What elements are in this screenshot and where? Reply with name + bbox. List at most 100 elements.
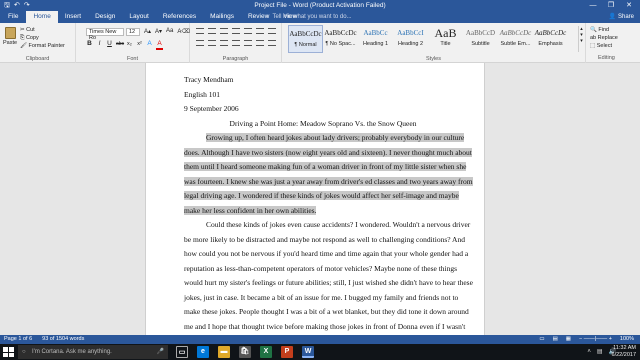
- tell-me-box[interactable]: ♀ Tell me what you want to do...: [265, 11, 352, 23]
- font-family-select[interactable]: Times New Ro: [86, 28, 124, 41]
- borders-icon[interactable]: [268, 40, 276, 46]
- window-title: Project File - Word (Product Activation …: [254, 2, 386, 9]
- sort-icon[interactable]: [256, 28, 264, 34]
- clock[interactable]: 11:32 AM 6/22/2017: [612, 345, 636, 359]
- page-count[interactable]: Page 1 of 6: [4, 335, 32, 344]
- tab-mailings[interactable]: Mailings: [203, 11, 241, 23]
- decrease-indent-icon[interactable]: [232, 28, 240, 34]
- shading-icon[interactable]: [256, 40, 264, 46]
- bullets-icon[interactable]: [196, 28, 204, 34]
- powerpoint-icon[interactable]: P: [281, 346, 293, 358]
- bold-button[interactable]: B: [86, 40, 93, 50]
- minimize-button[interactable]: —: [584, 0, 602, 11]
- tab-references[interactable]: References: [156, 11, 203, 23]
- cortana-search[interactable]: ○ I'm Cortana. Ask me anything. 🎤: [18, 345, 168, 359]
- multilevel-list-icon[interactable]: [220, 28, 228, 34]
- format-painter-button[interactable]: 🖌 Format Painter: [20, 42, 65, 50]
- clear-format-icon[interactable]: A⌫: [177, 28, 190, 35]
- styles-more-button[interactable]: ▴ ▾ ▾: [578, 26, 584, 52]
- print-layout-icon[interactable]: ▤: [553, 335, 558, 344]
- increase-indent-icon[interactable]: [244, 28, 252, 34]
- numbering-icon[interactable]: [208, 28, 216, 34]
- font-size-select[interactable]: 12: [126, 28, 140, 36]
- style-title[interactable]: AaB Title: [428, 25, 463, 53]
- zoom-slider[interactable]: − ——|—— +: [579, 335, 612, 344]
- copy-button[interactable]: ⎘ Copy: [20, 34, 65, 42]
- up-arrow-icon[interactable]: ˄: [587, 346, 591, 358]
- justify-icon[interactable]: [232, 40, 240, 46]
- excel-icon[interactable]: X: [260, 346, 272, 358]
- italic-button[interactable]: I: [96, 40, 103, 50]
- align-right-icon[interactable]: [220, 40, 228, 46]
- tab-home[interactable]: Home: [26, 11, 58, 23]
- underline-button[interactable]: U: [106, 40, 113, 50]
- superscript-button[interactable]: x²: [136, 40, 143, 50]
- task-view-icon[interactable]: ▭: [176, 346, 188, 358]
- style-heading-2[interactable]: AaBbCcI Heading 2: [393, 25, 428, 53]
- replace-button[interactable]: ab Replace: [590, 34, 618, 42]
- text-effects-button[interactable]: A: [146, 40, 153, 50]
- edge-icon[interactable]: e: [197, 346, 209, 358]
- word-icon[interactable]: W: [302, 346, 314, 358]
- windows-start-icon[interactable]: [2, 346, 14, 358]
- editing-group: 🔍 Find ab Replace ⬚ Select: [590, 26, 618, 50]
- align-left-icon[interactable]: [196, 40, 204, 46]
- vertical-ruler: [0, 63, 8, 335]
- para2-line: Could these kinds of jokes even cause ac…: [206, 220, 471, 229]
- style-subtle-emphasis[interactable]: AaBbCcDc Subtle Em...: [498, 25, 533, 53]
- read-mode-icon[interactable]: ▭: [539, 335, 544, 344]
- style-no-spacing[interactable]: AaBbCcDc ¶ No Spac...: [323, 25, 358, 53]
- cortana-icon: ○: [22, 349, 26, 355]
- para2-line: reputation as less-than-competent operat…: [184, 263, 458, 273]
- tab-design[interactable]: Design: [88, 11, 122, 23]
- document-area: Tracy Mendham English 101 9 September 20…: [0, 63, 640, 335]
- document-body[interactable]: Tracy Mendham English 101 9 September 20…: [184, 73, 473, 334]
- select-button[interactable]: ⬚ Select: [590, 42, 618, 50]
- doc-author: Tracy Mendham: [184, 75, 234, 84]
- maximize-button[interactable]: ❐: [602, 0, 620, 11]
- paste-button[interactable]: Paste: [3, 27, 17, 49]
- para2-line: me and I hope that thought twice before …: [184, 321, 466, 331]
- style-emphasis[interactable]: AaBbCcDc Emphasis: [533, 25, 568, 53]
- line-spacing-icon[interactable]: [244, 40, 252, 46]
- change-case-icon[interactable]: Aa: [166, 28, 173, 35]
- cut-button[interactable]: ✂ Cut: [20, 26, 65, 34]
- para1-line: make her less confident in her own abili…: [184, 205, 317, 215]
- para2-line: how could you not be nervous if you'd he…: [184, 249, 469, 258]
- document-page[interactable]: Tracy Mendham English 101 9 September 20…: [145, 63, 485, 335]
- store-icon[interactable]: 🛍: [239, 346, 251, 358]
- select-icon: ⬚: [590, 43, 596, 49]
- show-marks-icon[interactable]: [268, 28, 276, 34]
- word-count[interactable]: 93 of 1504 words: [42, 335, 84, 344]
- search-icon: 🔍: [590, 27, 597, 33]
- font-label: Font: [126, 56, 138, 62]
- tab-layout[interactable]: Layout: [122, 11, 156, 23]
- file-explorer-icon[interactable]: ▬: [218, 346, 230, 358]
- close-button[interactable]: ✕: [620, 0, 638, 11]
- align-center-icon[interactable]: [208, 40, 216, 46]
- taskbar: ○ I'm Cortana. Ask me anything. 🎤 ▭ e ▬ …: [0, 344, 640, 360]
- ribbon-tabs-row: File Home Insert Design Layout Reference…: [0, 11, 640, 23]
- style-heading-1[interactable]: AaBbCc Heading 1: [358, 25, 393, 53]
- doc-title: Driving a Point Home: Meadow Soprano Vs.…: [229, 118, 417, 128]
- para1-line: them until I heard someone making fun of…: [184, 162, 467, 171]
- tab-file[interactable]: File: [0, 11, 26, 23]
- style-subtitle[interactable]: AaBbCcD Subtitle: [463, 25, 498, 53]
- shrink-font-icon[interactable]: A▾: [155, 28, 162, 35]
- style-normal[interactable]: AaBbCcDc ¶ Normal: [288, 25, 323, 53]
- subscript-button[interactable]: x₂: [126, 40, 133, 50]
- zoom-level[interactable]: 100%: [620, 335, 634, 344]
- web-layout-icon[interactable]: ▦: [566, 335, 571, 344]
- person-icon: 👤: [608, 14, 617, 20]
- grow-font-icon[interactable]: A▴: [144, 28, 151, 35]
- network-icon[interactable]: ▤: [597, 346, 603, 358]
- strikethrough-button[interactable]: abc: [116, 40, 124, 50]
- font-color-button[interactable]: A: [156, 40, 163, 50]
- find-button[interactable]: 🔍 Find: [590, 26, 618, 34]
- tab-insert[interactable]: Insert: [58, 11, 88, 23]
- scissors-icon: ✂: [20, 27, 25, 33]
- share-button[interactable]: 👤 Share: [609, 11, 634, 23]
- status-bar: Page 1 of 6 93 of 1504 words ▭ ▤ ▦ − ——|…: [0, 335, 640, 344]
- clock-time: 11:32 AM: [613, 345, 636, 351]
- clock-date: 6/22/2017: [611, 352, 636, 358]
